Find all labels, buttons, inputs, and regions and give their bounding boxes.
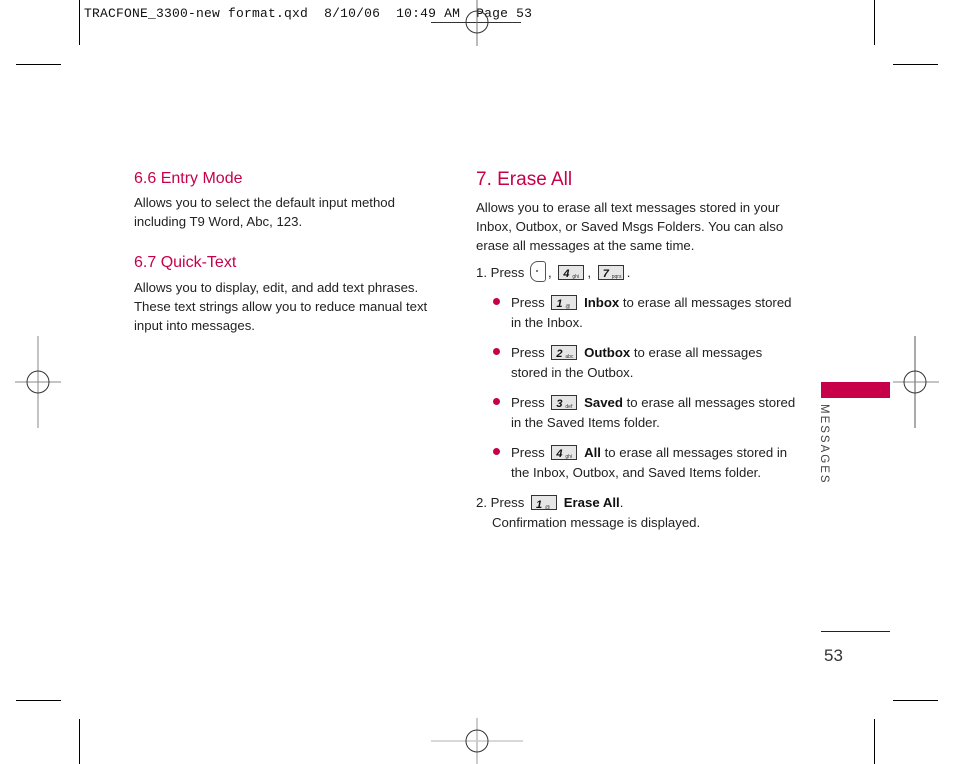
section-body-entry-mode: Allows you to select the default input m… (134, 193, 395, 231)
bullet-text: to erase all messages stored in (600, 445, 788, 460)
registration-mark-bottom (431, 718, 523, 764)
key-4-icon: 4 ghi (558, 265, 585, 281)
registration-mark-right (893, 336, 939, 428)
body-line: erase all messages at the same time. (476, 238, 695, 253)
key-number: 1 (536, 499, 543, 512)
option-name: Saved (584, 395, 623, 410)
key-number: 1 (556, 298, 563, 311)
registration-mark-left (15, 336, 61, 428)
press-label: Press (511, 345, 545, 360)
key-2-icon: 2 abc (551, 345, 578, 361)
crop-mark (893, 700, 938, 701)
page-number: 53 (824, 646, 843, 665)
nav-key-icon (530, 261, 547, 283)
key-number: 4 (563, 268, 570, 281)
step-2-note: Confirmation message is displayed. (492, 515, 701, 530)
section-heading-erase-all: 7. Erase All (476, 169, 573, 190)
crop-mark (79, 0, 80, 45)
crop-mark (16, 700, 61, 701)
bullet-text-line2: stored in the Outbox. (511, 364, 634, 380)
press-label: Press (511, 395, 545, 410)
bullet-dot (493, 398, 500, 405)
bullet-saved: Press 3 def Saved to erase all messages s… (511, 393, 795, 432)
key-letters: ghi (565, 454, 573, 461)
crop-mark (79, 719, 80, 764)
crop-mark (893, 64, 938, 65)
key-letters: abc (565, 354, 574, 361)
bullet-text: to erase all messages stored (619, 295, 792, 310)
key-number: 4 (556, 448, 563, 461)
header-filename: TRACFONE_3300-new format.qxd (84, 6, 309, 21)
separator: , (587, 265, 592, 280)
body-line: Allows you to erase all text messages st… (476, 200, 780, 215)
bullet-text-line2: in the Inbox. (511, 314, 583, 330)
bullet-text: to erase all messages (630, 345, 763, 360)
step-1: 1. Press , 4 ghi, 7 pqrs. (476, 261, 631, 284)
erase-all-intro: Allows you to erase all text messages st… (476, 198, 783, 255)
key-letters: ghi (572, 274, 580, 281)
option-name: Inbox (584, 295, 620, 310)
body-line: Allows you to display, edit, and add tex… (134, 280, 419, 295)
option-name: Outbox (584, 345, 631, 360)
body-line: These text strings allow you to reduce m… (134, 299, 428, 314)
crop-mark (874, 0, 875, 45)
separator: , (548, 265, 552, 280)
key-number: 3 (556, 398, 563, 411)
step-2-prefix: 2. Press (476, 495, 525, 510)
bullet-text-line2: in the Saved Items folder. (511, 414, 660, 430)
header-date: 8/10/06 (324, 6, 381, 21)
bullet-text: to erase all messages stored (622, 395, 796, 410)
bullet-outbox: Press 2 abc Outbox to erase all messages … (511, 343, 762, 382)
step-2: 2. Press 1 @ Erase All. Confirmation mess… (476, 493, 700, 533)
option-name: All (584, 445, 601, 460)
key-1-icon: 1 @ (551, 295, 578, 311)
press-label: Press (511, 445, 545, 460)
key-4-icon: 4 ghi (551, 445, 578, 461)
key-3-icon: 3 def (551, 395, 578, 411)
section-tab-label: MESSAGES (818, 404, 830, 485)
section-body-quick-text: Allows you to display, edit, and add tex… (134, 278, 427, 335)
section-tab-marker (821, 382, 890, 398)
period: . (619, 495, 624, 510)
option-name: Erase All (563, 495, 620, 510)
key-letters: def (565, 404, 573, 411)
bullet-dot (493, 298, 500, 305)
step-1-prefix: 1. Press (476, 265, 525, 280)
bullet-inbox: Press 1 @ Inbox to erase all messages sto… (511, 293, 792, 332)
press-label: Press (511, 295, 545, 310)
key-number: 7 (602, 268, 609, 281)
body-line: input into messages. (134, 318, 255, 333)
key-letters: @ (545, 505, 551, 512)
body-line: Inbox, Outbox, or Saved Msgs Folders. Yo… (476, 219, 784, 234)
crop-mark (16, 64, 61, 65)
body-line: including T9 Word, Abc, 123. (134, 214, 303, 229)
registration-mark-top (465, 0, 489, 46)
bullet-text-line2: the Inbox, Outbox, and Saved Items folde… (511, 464, 761, 480)
page-number-rule (821, 631, 890, 632)
bullet-dot (493, 448, 500, 455)
bullet-all: Press 4 ghi All to erase all messages sto… (511, 443, 787, 482)
key-number: 2 (556, 348, 563, 361)
section-heading-quick-text: 6.7 Quick-Text (134, 254, 237, 271)
section-heading-entry-mode: 6.6 Entry Mode (134, 170, 243, 187)
key-letters: pqrs (611, 274, 622, 281)
bullet-dot (493, 348, 500, 355)
key-7-icon: 7 pqrs (597, 265, 624, 281)
key-letters: @ (565, 304, 571, 311)
body-line: Allows you to select the default input m… (134, 195, 395, 210)
period: . (626, 265, 631, 280)
key-1-icon: 1 @ (531, 495, 558, 511)
crop-mark (874, 719, 875, 764)
